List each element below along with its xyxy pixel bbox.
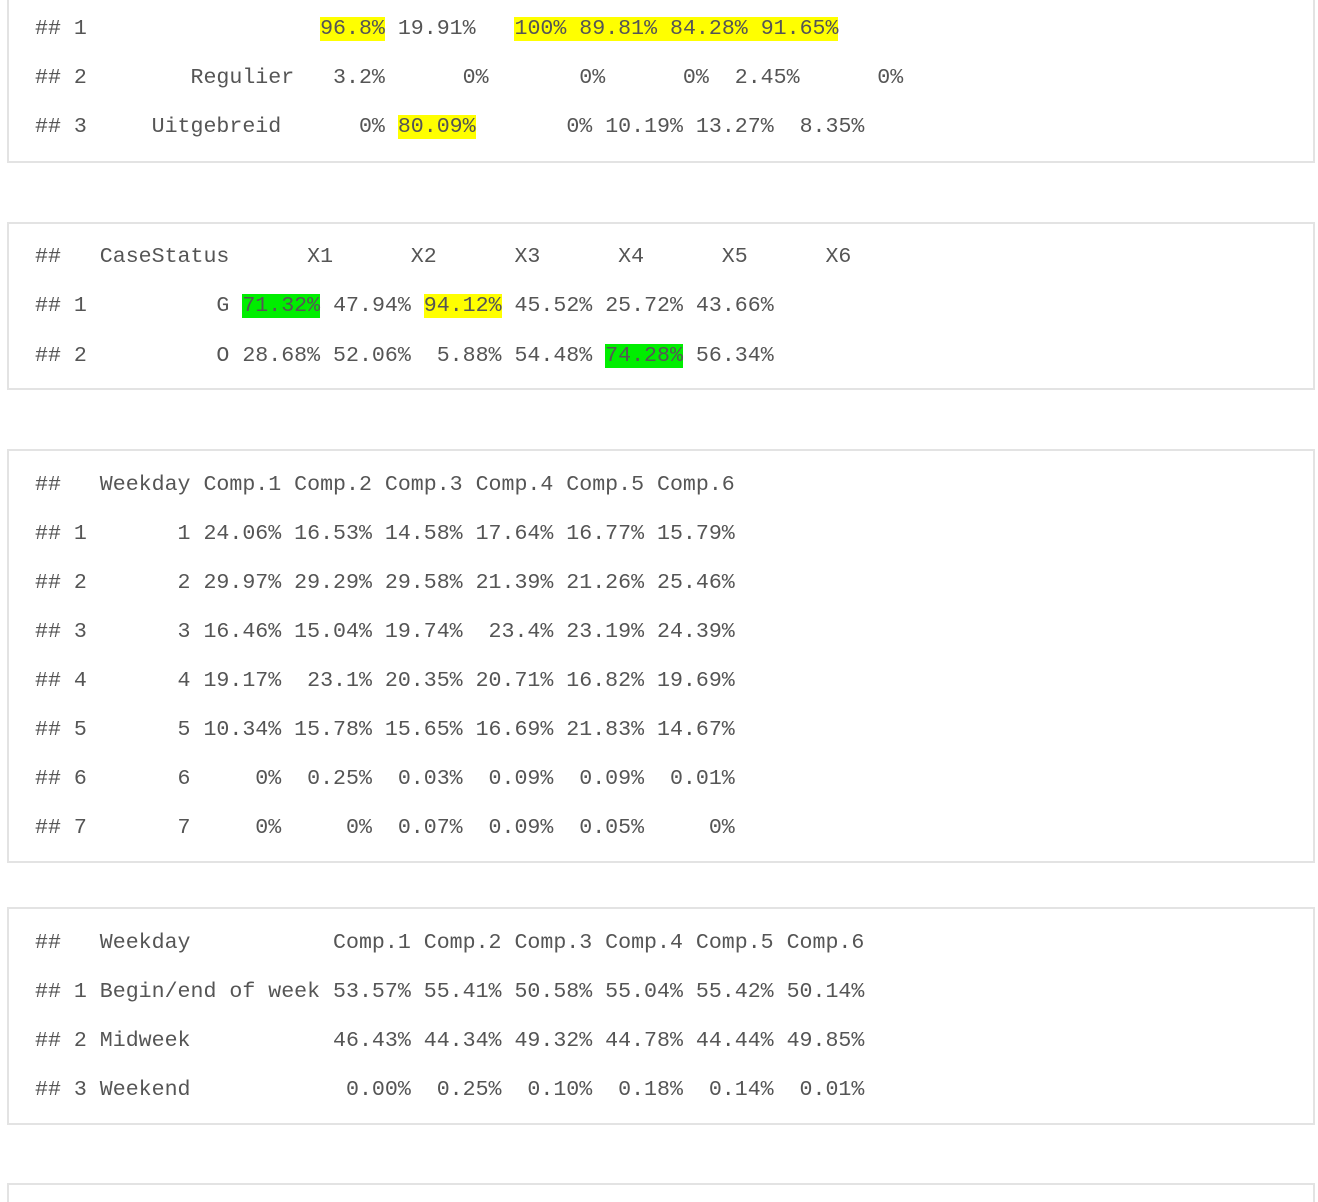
output-block-5: [7, 1183, 1315, 1202]
output-block-4: ## Weekday Comp.1 Comp.2 Comp.3 Comp.4 C…: [7, 907, 1315, 1125]
output-text: 47.94%: [320, 294, 424, 318]
output-block-2: ## CaseStatus X1 X2 X3 X4 X5 X6 ## 1 G 7…: [7, 222, 1315, 390]
output-block-1: ## 1 96.8% 19.91% 100% 89.81% 84.28% 91.…: [7, 0, 1315, 163]
highlighted-value: 96.8%: [320, 17, 385, 41]
output-text: ## CaseStatus X1 X2 X3 X4 X5 X6: [35, 245, 852, 269]
output-text: 19.91%: [384, 17, 515, 41]
output-line: ## 3 Weekend 0.00% 0.25% 0.10% 0.18% 0.1…: [35, 1077, 864, 1103]
output-line: ## 1 1 24.06% 16.53% 14.58% 17.64% 16.77…: [35, 521, 735, 547]
output-line: ## 6 6 0% 0.25% 0.03% 0.09% 0.09% 0.01%: [35, 766, 735, 792]
output-text: ## 3 Weekend 0.00% 0.25% 0.10% 0.18% 0.1…: [35, 1078, 865, 1102]
highlighted-value: 80.09%: [397, 115, 476, 139]
output-text: ## 2 O 28.68% 52.06% 5.88% 54.48%: [35, 344, 606, 368]
output-line: ## 1 96.8% 19.91% 100% 89.81% 84.28% 91.…: [35, 16, 839, 42]
output-block-3: ## Weekday Comp.1 Comp.2 Comp.3 Comp.4 C…: [7, 449, 1315, 863]
output-line: ## 1 Begin/end of week 53.57% 55.41% 50.…: [35, 979, 864, 1005]
output-text: ## Weekday Comp.1 Comp.2 Comp.3 Comp.4 C…: [35, 931, 865, 955]
highlighted-value: 94.12%: [423, 294, 502, 318]
output-text: 56.34%: [682, 344, 774, 368]
highlighted-value: 71.32%: [242, 294, 321, 318]
output-text: ## 1: [35, 17, 321, 41]
output-line: ## 7 7 0% 0% 0.07% 0.09% 0.05% 0%: [35, 815, 735, 841]
highlighted-value: 74.28%: [605, 344, 683, 368]
output-text: ## Weekday Comp.1 Comp.2 Comp.3 Comp.4 C…: [35, 473, 735, 497]
output-text: ## 3 Uitgebreid 0%: [35, 115, 398, 139]
output-line: ## 2 Regulier 3.2% 0% 0% 0% 2.45% 0%: [35, 65, 903, 91]
output-line: ## Weekday Comp.1 Comp.2 Comp.3 Comp.4 C…: [35, 472, 735, 498]
output-line: ## 4 4 19.17% 23.1% 20.35% 20.71% 16.82%…: [35, 668, 735, 694]
output-text: 45.52% 25.72% 43.66%: [501, 294, 774, 318]
output-text: ## 2 Regulier 3.2% 0% 0% 0% 2.45% 0%: [35, 66, 904, 90]
output-line: ## 3 Uitgebreid 0% 80.09% 0% 10.19% 13.2…: [35, 114, 864, 140]
output-line: ## 2 O 28.68% 52.06% 5.88% 54.48% 74.28%…: [35, 343, 774, 369]
output-text: ## 2 2 29.97% 29.29% 29.58% 21.39% 21.26…: [35, 571, 735, 595]
output-text: ## 4 4 19.17% 23.1% 20.35% 20.71% 16.82%…: [35, 669, 735, 693]
output-text: 0% 10.19% 13.27% 8.35%: [475, 115, 865, 139]
output-line: ## 2 2 29.97% 29.29% 29.58% 21.39% 21.26…: [35, 570, 735, 596]
output-text: ## 2 Midweek 46.43% 44.34% 49.32% 44.78%…: [35, 1029, 865, 1053]
output-text: ## 7 7 0% 0% 0.07% 0.09% 0.05% 0%: [35, 816, 735, 840]
output-text: ## 1 G: [35, 294, 243, 318]
output-line: ## 2 Midweek 46.43% 44.34% 49.32% 44.78%…: [35, 1028, 864, 1054]
output-line: ## 5 5 10.34% 15.78% 15.65% 16.69% 21.83…: [35, 717, 735, 743]
output-line: ## 1 G 71.32% 47.94% 94.12% 45.52% 25.72…: [35, 293, 774, 319]
output-text: ## 1 Begin/end of week 53.57% 55.41% 50.…: [35, 980, 865, 1004]
output-line: ## 3 3 16.46% 15.04% 19.74% 23.4% 23.19%…: [35, 619, 735, 645]
output-text: ## 6 6 0% 0.25% 0.03% 0.09% 0.09% 0.01%: [35, 767, 735, 791]
output-text: ## 5 5 10.34% 15.78% 15.65% 16.69% 21.83…: [35, 718, 735, 742]
highlighted-value: 100% 89.81% 84.28% 91.65%: [514, 17, 839, 41]
output-text: ## 1 1 24.06% 16.53% 14.58% 17.64% 16.77…: [35, 522, 735, 546]
output-line: ## CaseStatus X1 X2 X3 X4 X5 X6: [35, 244, 851, 270]
output-text: ## 3 3 16.46% 15.04% 19.74% 23.4% 23.19%…: [35, 620, 735, 644]
output-line: ## Weekday Comp.1 Comp.2 Comp.3 Comp.4 C…: [35, 930, 864, 956]
